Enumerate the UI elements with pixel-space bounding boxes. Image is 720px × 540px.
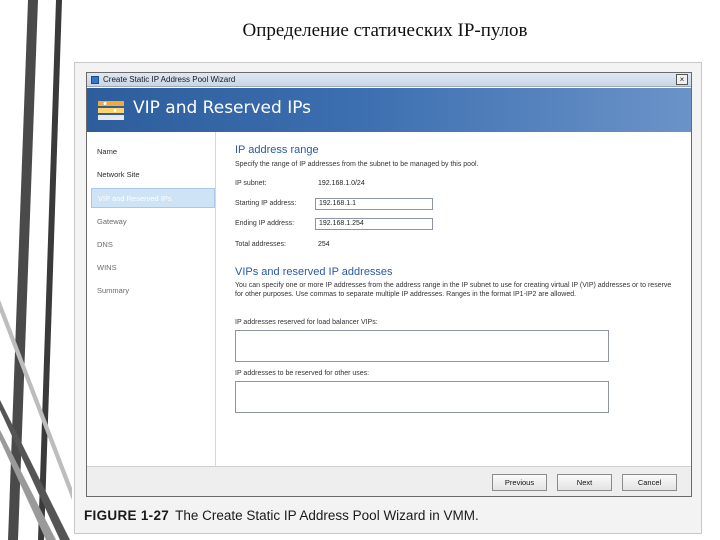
vips-title: VIPs and reserved IP addresses bbox=[235, 266, 393, 278]
wizard-window: Create Static IP Address Pool Wizard × V… bbox=[86, 72, 692, 497]
end-ip-input[interactable]: 192.168.1.254 bbox=[315, 218, 433, 230]
slide-decoration bbox=[0, 0, 80, 540]
wizard-page-title: VIP and Reserved IPs bbox=[133, 98, 312, 118]
slide-title: Определение статических IP-пулов bbox=[242, 20, 528, 41]
nav-item-wins[interactable]: WINS bbox=[91, 258, 215, 278]
subnet-label: IP subnet: bbox=[235, 180, 267, 187]
previous-button[interactable]: Previous bbox=[492, 474, 547, 491]
nav-item-gateway[interactable]: Gateway bbox=[91, 212, 215, 232]
other-ips-input[interactable] bbox=[235, 381, 609, 413]
nav-item-dns[interactable]: DNS bbox=[91, 235, 215, 255]
total-addresses-value: 254 bbox=[318, 241, 330, 248]
subnet-value: 192.168.1.0/24 bbox=[318, 180, 365, 187]
end-ip-label: Ending IP address: bbox=[235, 220, 295, 227]
window-title: Create Static IP Address Pool Wizard bbox=[103, 75, 236, 84]
total-addresses-label: Total addresses: bbox=[235, 241, 286, 248]
nav-item-network-site[interactable]: Network Site bbox=[91, 165, 215, 185]
close-button[interactable]: × bbox=[676, 74, 688, 85]
nav-item-name[interactable]: Name bbox=[91, 142, 215, 162]
wizard-footer: Previous Next Cancel bbox=[87, 466, 691, 496]
next-button[interactable]: Next bbox=[557, 474, 612, 491]
lb-vips-label: IP addresses reserved for load balancer … bbox=[235, 319, 378, 326]
nav-item-summary[interactable]: Summary bbox=[91, 281, 215, 301]
wizard-nav: Name Network Site VIP and Reserved IPs G… bbox=[87, 132, 216, 466]
figure-label: FIGURE 1-27 bbox=[84, 508, 170, 523]
wizard-content: IP address range Specify the range of IP… bbox=[235, 132, 685, 466]
start-ip-label: Starting IP address: bbox=[235, 200, 297, 207]
figure-caption-text: The Create Static IP Address Pool Wizard… bbox=[175, 508, 479, 523]
nav-item-vip-reserved[interactable]: VIP and Reserved IPs bbox=[91, 188, 215, 208]
figure-caption: FIGURE 1-27 The Create Static IP Address … bbox=[84, 508, 479, 523]
start-ip-input[interactable]: 192.168.1.1 bbox=[315, 198, 433, 210]
ip-range-description: Specify the range of IP addresses from t… bbox=[235, 161, 479, 168]
other-ips-label: IP addresses to be reserved for other us… bbox=[235, 370, 370, 377]
title-bar: Create Static IP Address Pool Wizard × bbox=[87, 73, 691, 87]
wizard-header: VIP and Reserved IPs bbox=[87, 88, 691, 132]
lb-vips-input[interactable] bbox=[235, 330, 609, 362]
cancel-button[interactable]: Cancel bbox=[622, 474, 677, 491]
ip-range-title: IP address range bbox=[235, 144, 319, 156]
app-icon bbox=[91, 76, 99, 84]
wizard-network-icon bbox=[98, 101, 124, 120]
vips-description: You can specify one or more IP addresses… bbox=[235, 282, 672, 298]
